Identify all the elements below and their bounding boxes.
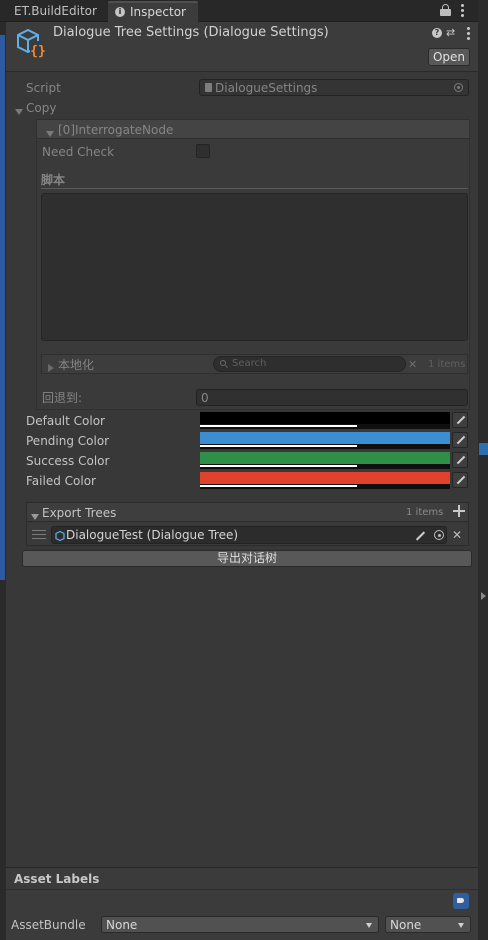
object-picker-icon[interactable] <box>454 83 463 92</box>
copy-foldout-arrow-icon[interactable] <box>15 104 23 118</box>
search-icon-handle <box>225 365 228 368</box>
need-check-label: Need Check <box>42 145 115 159</box>
fallback-value: 0 <box>201 391 209 405</box>
default-color-alpha-bar <box>200 425 357 427</box>
failed-color-label: Failed Color <box>26 474 96 488</box>
script-field[interactable]: DialogueSettings <box>199 79 469 96</box>
copy-label[interactable]: Copy <box>26 100 56 116</box>
pending-color-label: Pending Color <box>26 434 110 448</box>
default-eyedropper-icon[interactable] <box>452 412 468 428</box>
info-circle-icon: i <box>115 7 125 17</box>
variant-dropdown[interactable]: None <box>385 916 471 933</box>
inspector-title: Dialogue Tree Settings (Dialogue Setting… <box>53 25 329 40</box>
right-panel-edge <box>478 0 488 940</box>
tab-build-editor-label: ET.BuildEditor <box>14 4 97 18</box>
export-dialogue-tree-button[interactable]: 导出对话树 <box>22 550 472 567</box>
script-section-label: 脚本 <box>41 173 66 187</box>
add-item-icon[interactable] <box>452 504 466 518</box>
right-panel-accent <box>479 443 488 455</box>
drag-handle-icon[interactable] <box>32 530 46 539</box>
success-color-label: Success Color <box>26 454 110 468</box>
clear-search-icon[interactable]: ✕ <box>408 357 417 373</box>
localization-search-input[interactable]: Search <box>213 356 406 372</box>
dialogue-tree-item-label: DialogueTest (Dialogue Tree) <box>66 528 239 542</box>
default-color-fill <box>200 412 450 424</box>
success-eyedropper-icon[interactable] <box>452 452 468 468</box>
localization-label: 本地化 <box>58 358 95 372</box>
interrogate-node-title: [0]InterrogateNode <box>58 123 174 137</box>
open-button[interactable]: Open <box>428 48 470 66</box>
success-color-swatch[interactable] <box>200 452 450 469</box>
fallback-label: 回退到: <box>42 391 83 405</box>
success-color-fill <box>200 452 450 464</box>
assetbundle-label: AssetBundle <box>11 918 86 932</box>
export-trees-count: 1 items <box>406 507 444 518</box>
failed-color-swatch[interactable] <box>200 472 450 489</box>
dialogue-tree-object-field[interactable]: DialogueTest (Dialogue Tree) <box>51 526 447 544</box>
success-color-alpha-bar <box>200 465 357 467</box>
remove-item-icon[interactable]: ✕ <box>452 527 462 543</box>
need-check-checkbox[interactable] <box>196 144 210 158</box>
script-label: Script <box>26 81 61 95</box>
script-field-value: DialogueSettings <box>215 81 318 95</box>
variant-dropdown-value: None <box>390 918 422 932</box>
pending-color-fill <box>200 432 450 444</box>
node-foldout-arrow-icon[interactable] <box>46 126 54 140</box>
asset-labels-section-line <box>6 889 478 890</box>
localization-search-placeholder: Search <box>232 358 267 369</box>
failed-color-fill <box>200 472 450 484</box>
fallback-input[interactable]: 0 <box>196 389 468 406</box>
tab-menu-icon[interactable] <box>461 4 465 18</box>
left-panel-accent <box>0 35 5 580</box>
presets-icon[interactable]: ⇄ <box>446 26 458 39</box>
edit-pencil-icon[interactable] <box>415 531 426 541</box>
asset-label-tag-icon[interactable] <box>453 893 469 909</box>
asset-labels-title: Asset Labels <box>14 872 100 886</box>
chevron-down-icon <box>458 923 464 928</box>
assetbundle-dropdown[interactable]: None <box>101 916 379 933</box>
scriptable-object-icon: {} <box>15 28 47 59</box>
script-section-divider <box>41 188 468 189</box>
tab-build-editor[interactable]: ET.BuildEditor <box>8 3 104 21</box>
localization-foldout-arrow-icon[interactable] <box>48 361 54 375</box>
script-file-icon <box>205 83 212 92</box>
right-panel-arrow-icon[interactable] <box>481 592 486 600</box>
localization-count: 1 items <box>428 359 466 370</box>
help-icon[interactable]: ? <box>432 28 442 38</box>
tab-inspector[interactable]: i Inspector <box>108 1 198 22</box>
component-menu-icon[interactable] <box>467 27 471 40</box>
pending-eyedropper-icon[interactable] <box>452 432 468 448</box>
export-trees-label: Export Trees <box>42 506 117 520</box>
chevron-down-icon <box>366 923 372 928</box>
failed-eyedropper-icon[interactable] <box>452 472 468 488</box>
lock-icon[interactable] <box>440 4 451 16</box>
export-trees-foldout-arrow-icon[interactable] <box>31 509 39 523</box>
failed-color-alpha-bar <box>200 485 357 487</box>
svg-text:{}: {} <box>30 44 46 58</box>
dialogue-tree-asset-icon <box>55 530 65 542</box>
assetbundle-dropdown-value: None <box>106 918 138 932</box>
script-textarea[interactable] <box>41 193 468 341</box>
pending-color-alpha-bar <box>200 445 357 447</box>
tab-inspector-label: Inspector <box>130 5 186 19</box>
pending-color-swatch[interactable] <box>200 432 450 449</box>
default-color-swatch[interactable] <box>200 412 450 429</box>
default-color-label: Default Color <box>26 414 105 428</box>
object-select-icon[interactable] <box>434 530 444 540</box>
